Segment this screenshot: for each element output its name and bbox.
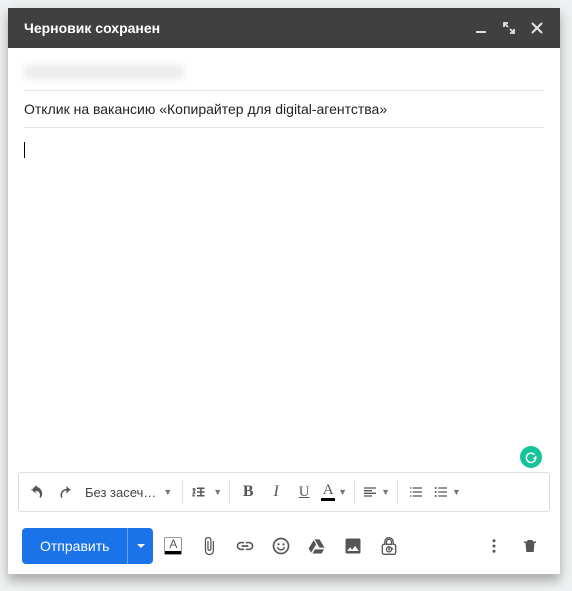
underline-button[interactable]: U [290, 477, 318, 507]
send-button[interactable]: Отправить [22, 528, 127, 564]
chevron-down-icon: ▼ [381, 487, 390, 497]
google-drive-icon[interactable] [301, 530, 333, 562]
more-options-icon[interactable] [478, 530, 510, 562]
font-size-picker[interactable]: тT ▼ [187, 477, 225, 507]
font-family-picker[interactable]: Без засеч… ▼ [79, 477, 178, 507]
to-field[interactable] [24, 54, 544, 91]
subject-field[interactable]: Отклик на вакансию «Копирайтер для digit… [24, 91, 544, 128]
insert-emoji-icon[interactable] [265, 530, 297, 562]
chevron-down-icon: ▼ [338, 487, 347, 497]
send-options-button[interactable] [127, 528, 153, 564]
insert-link-icon[interactable] [229, 530, 261, 562]
text-color-button[interactable]: A ▼ [318, 477, 350, 507]
text-cursor [24, 142, 25, 158]
fullscreen-icon[interactable] [502, 21, 516, 35]
bold-button[interactable]: B [234, 477, 262, 507]
bullet-list-button[interactable]: ▼ [430, 477, 464, 507]
align-button[interactable]: ▼ [359, 477, 393, 507]
titlebar: Черновик сохранен [8, 8, 560, 48]
confidential-mode-icon[interactable] [373, 530, 405, 562]
compose-window: Черновик сохранен Отклик на вакансию «Ко… [8, 8, 560, 574]
insert-photo-icon[interactable] [337, 530, 369, 562]
header-fields: Отклик на вакансию «Копирайтер для digit… [8, 48, 560, 128]
window-title: Черновик сохранен [24, 20, 160, 36]
undo-button[interactable] [23, 477, 51, 507]
discard-draft-icon[interactable] [514, 530, 546, 562]
svg-text:т: т [193, 489, 197, 496]
font-family-label: Без засеч… [85, 485, 156, 500]
subject-text: Отклик на вакансию «Копирайтер для digit… [24, 101, 387, 117]
minimize-icon[interactable] [474, 21, 488, 35]
svg-text:T: T [198, 486, 205, 498]
chevron-down-icon: ▼ [452, 487, 461, 497]
redo-button[interactable] [51, 477, 79, 507]
chevron-down-icon: ▼ [163, 487, 172, 497]
action-bar: Отправить A [8, 518, 560, 574]
attach-file-icon[interactable] [193, 530, 225, 562]
chevron-down-icon: ▼ [213, 487, 222, 497]
formatting-toggle-button[interactable]: A [157, 530, 189, 562]
message-body[interactable] [8, 128, 560, 472]
close-icon[interactable] [530, 21, 544, 35]
format-toolbar: Без засеч… ▼ тT ▼ B I U A ▼ ▼ ▼ [18, 472, 550, 512]
send-button-group: Отправить [22, 528, 153, 564]
numbered-list-button[interactable] [402, 477, 430, 507]
italic-button[interactable]: I [262, 477, 290, 507]
recipient-redacted [24, 64, 184, 80]
grammarly-icon[interactable] [520, 446, 542, 468]
